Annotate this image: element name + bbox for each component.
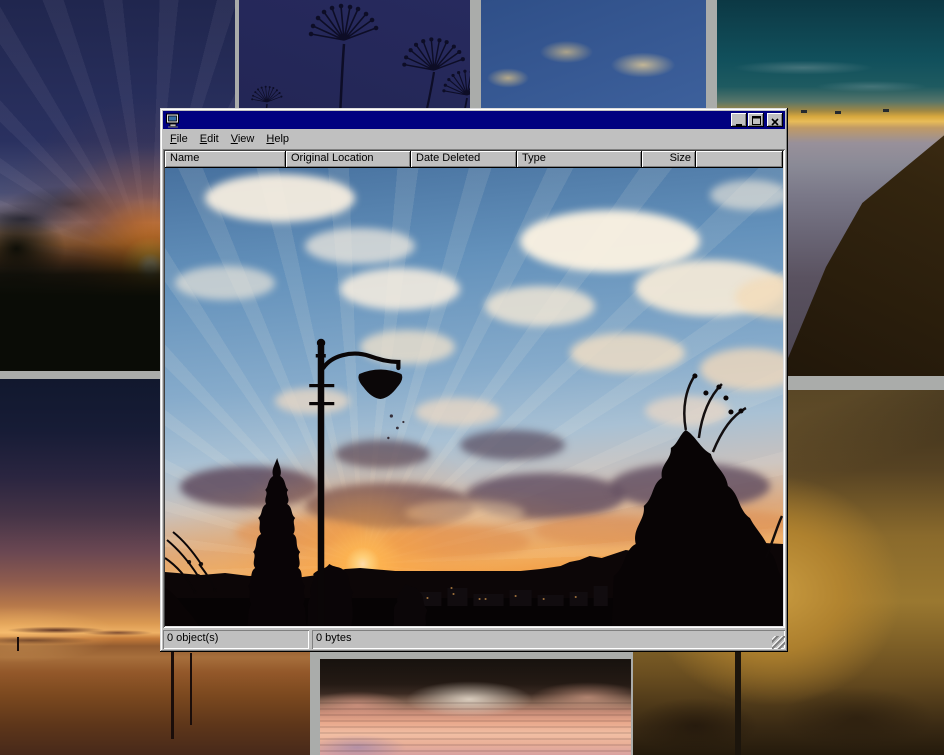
water-pole xyxy=(17,637,19,651)
status-bar: 0 object(s) 0 bytes xyxy=(163,628,785,649)
column-header-original-location[interactable]: Original Location xyxy=(286,151,411,168)
water-pole xyxy=(190,653,192,725)
menu-view[interactable]: View xyxy=(225,131,261,147)
maximize-button[interactable] xyxy=(748,113,764,127)
wallpaper-photo-water-reflection xyxy=(320,659,631,755)
column-header-filler[interactable] xyxy=(696,151,783,168)
resize-grip[interactable] xyxy=(772,636,785,649)
close-button[interactable] xyxy=(767,113,783,127)
water-pole xyxy=(171,647,174,739)
column-header-size[interactable]: Size xyxy=(642,151,696,168)
photo-silhouettes xyxy=(165,168,783,626)
title-bar[interactable] xyxy=(163,111,785,129)
minimize-button[interactable] xyxy=(731,113,747,127)
menu-help[interactable]: Help xyxy=(260,131,295,147)
system-menu-computer-icon[interactable] xyxy=(165,113,181,128)
folder-view-sunset-photo[interactable] xyxy=(165,168,783,626)
menu-edit[interactable]: Edit xyxy=(194,131,225,147)
client-area: Name Original Location Date Deleted Type… xyxy=(163,149,785,628)
close-icon xyxy=(771,117,779,127)
column-header-type[interactable]: Type xyxy=(517,151,642,168)
status-byte-count: 0 bytes xyxy=(312,630,785,649)
lamp-pole-blurred xyxy=(735,645,741,755)
column-header-row: Name Original Location Date Deleted Type… xyxy=(165,151,783,168)
column-header-date-deleted[interactable]: Date Deleted xyxy=(411,151,517,168)
status-object-count: 0 object(s) xyxy=(163,630,309,649)
menu-bar: File Edit View Help xyxy=(163,129,785,149)
menu-file[interactable]: File xyxy=(164,131,194,147)
maximize-icon xyxy=(752,116,761,127)
minimize-icon xyxy=(735,118,743,127)
column-header-name[interactable]: Name xyxy=(165,151,286,168)
recycle-bin-window: File Edit View Help Name Original Locati… xyxy=(160,108,788,652)
ripples xyxy=(320,702,631,755)
